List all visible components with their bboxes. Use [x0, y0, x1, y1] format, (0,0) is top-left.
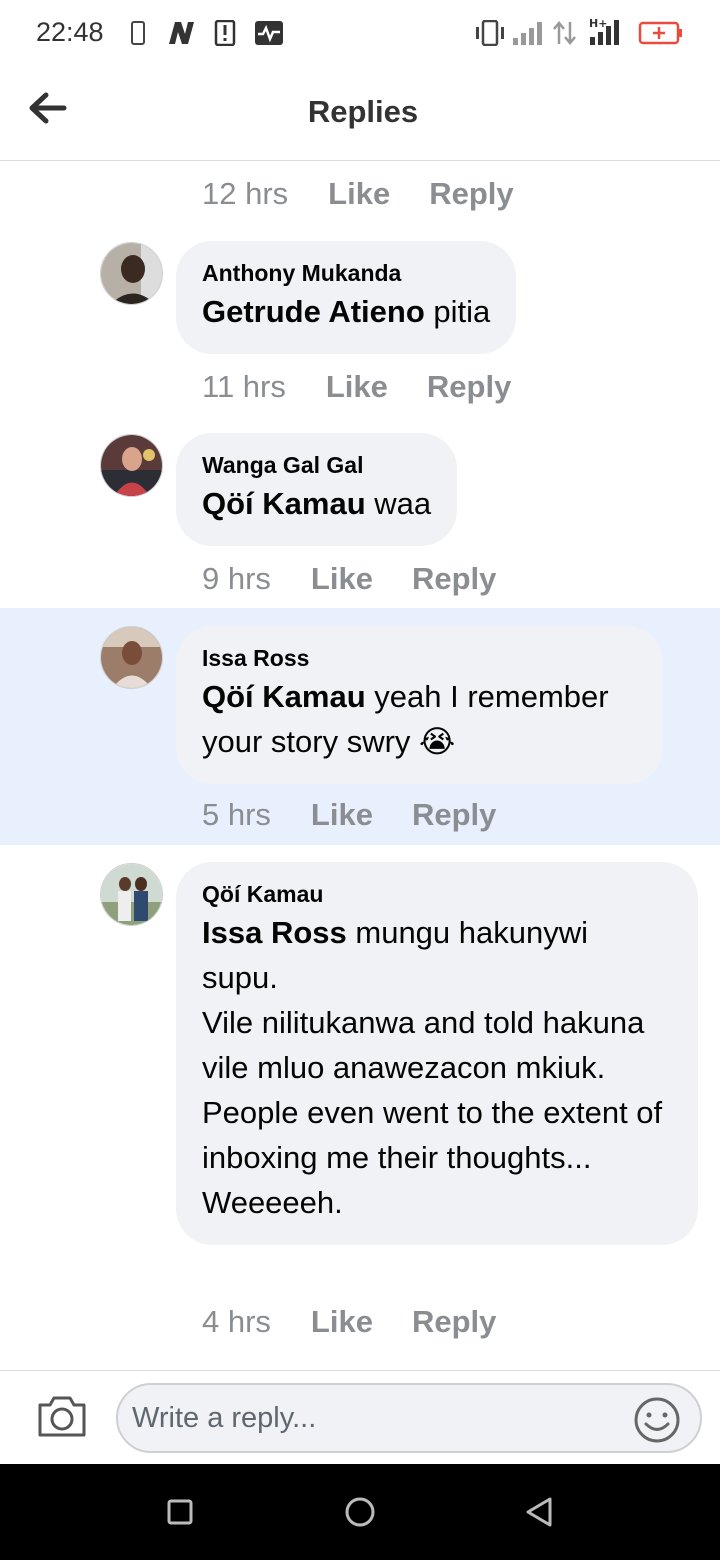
triangle-back-icon: [520, 1497, 560, 1536]
comment-author[interactable]: Wanga Gal Gal: [202, 449, 431, 481]
recents-button[interactable]: [160, 1492, 200, 1532]
signal-icon: [512, 20, 548, 46]
status-bar: 22:48 H+: [0, 0, 720, 66]
camera-button[interactable]: [36, 1393, 88, 1439]
comment-bubble[interactable]: Issa Ross Qöí Kamau yeah I remember your…: [176, 626, 663, 784]
comment-time: 12 hrs: [202, 176, 289, 211]
mention-link[interactable]: Qöí Kamau: [202, 679, 366, 714]
activity-icon: [254, 20, 284, 46]
sim-alert-icon: [214, 20, 236, 46]
reply-button[interactable]: Reply: [412, 1304, 496, 1340]
like-button[interactable]: Like: [311, 797, 373, 833]
camera-icon: [36, 1396, 88, 1443]
emoji-button[interactable]: [632, 1395, 682, 1445]
comment-time: 5 hrs: [202, 797, 271, 832]
comment-text: Qöí Kamau yeah I remember your story swr…: [202, 674, 637, 764]
home-button[interactable]: [340, 1492, 380, 1532]
data-arrows-icon: [552, 20, 578, 46]
mention-link[interactable]: Qöí Kamau: [202, 486, 366, 521]
reply-composer: [0, 1370, 720, 1464]
system-nav-bar: [0, 1464, 720, 1560]
page-title: Replies: [307, 94, 419, 129]
comment-text: Issa Ross mungu hakunywi supu. Vile nili…: [202, 910, 672, 1225]
reply-button[interactable]: Reply: [412, 561, 496, 597]
comment-author[interactable]: Anthony Mukanda: [202, 257, 490, 289]
svg-text:H+: H+: [589, 17, 607, 30]
crying-emoji: 😭: [419, 724, 456, 759]
comment-author[interactable]: Issa Ross: [202, 642, 637, 674]
reply-button[interactable]: Reply: [429, 176, 513, 212]
replies-feed[interactable]: 12 hrs Like Reply Anthony Mukanda Getrud…: [0, 161, 720, 1370]
comment-meta: 11 hrs Like Reply: [202, 367, 511, 407]
mention-link[interactable]: Issa Ross: [202, 915, 347, 950]
comment-time: 11 hrs: [202, 369, 286, 404]
like-button[interactable]: Like: [328, 176, 390, 212]
comment-meta: 5 hrs Like Reply: [202, 795, 496, 835]
avatar[interactable]: [100, 626, 163, 689]
comment-body: pitia: [424, 294, 491, 329]
like-button[interactable]: Like: [311, 561, 373, 597]
square-icon: [160, 1499, 200, 1536]
comment-text: Qöí Kamau waa: [202, 481, 431, 526]
reply-button[interactable]: Reply: [427, 369, 511, 405]
phone-outline-icon: [130, 20, 146, 46]
avatar[interactable]: [100, 242, 163, 305]
reply-button[interactable]: Reply: [412, 797, 496, 833]
vibrate-icon: [473, 20, 507, 46]
header: Replies: [0, 66, 720, 161]
comment-bubble[interactable]: Anthony Mukanda Getrude Atieno pitia: [176, 241, 517, 354]
mention-link[interactable]: Getrude Atieno: [202, 294, 425, 329]
back-nav-button[interactable]: [520, 1492, 560, 1532]
comment-body: waa: [365, 486, 432, 521]
avatar[interactable]: [100, 434, 163, 497]
comment-bubble[interactable]: Qöí Kamau Issa Ross mungu hakunywi supu.…: [176, 862, 698, 1245]
circle-icon: [340, 1497, 380, 1536]
comment-text: Getrude Atieno pitia: [202, 289, 490, 334]
comment-author[interactable]: Qöí Kamau: [202, 878, 672, 910]
comment-body: mungu hakunywi supu. Vile nilitukanwa an…: [202, 915, 663, 1220]
like-button[interactable]: Like: [311, 1304, 373, 1340]
avatar[interactable]: [100, 863, 163, 926]
like-button[interactable]: Like: [326, 369, 388, 405]
smiley-icon: [632, 1397, 682, 1449]
h-plus-signal-icon: H+: [588, 16, 626, 46]
n-app-icon: [166, 20, 196, 46]
comment-time: 4 hrs: [202, 1304, 271, 1339]
comment-bubble[interactable]: Wanga Gal Gal Qöí Kamau waa: [176, 433, 458, 546]
comment-meta: 4 hrs Like Reply: [202, 1302, 496, 1342]
reply-input[interactable]: [132, 1395, 632, 1441]
comment-time: 9 hrs: [202, 561, 271, 596]
status-time: 22:48: [36, 17, 104, 47]
comment-meta: 9 hrs Like Reply: [202, 559, 496, 599]
battery-charging-icon: [638, 20, 684, 46]
reply-input-box[interactable]: [116, 1383, 702, 1453]
comment-meta: 12 hrs Like Reply: [202, 174, 514, 214]
